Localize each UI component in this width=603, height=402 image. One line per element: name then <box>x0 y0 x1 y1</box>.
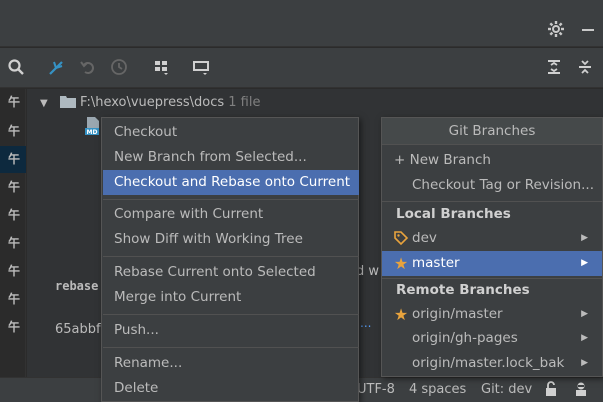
checkout-tag-item[interactable]: Checkout Tag or Revision... <box>382 173 602 198</box>
undo-icon[interactable] <box>77 58 99 78</box>
merge-arrows-icon[interactable] <box>45 58 67 78</box>
submenu-arrow-icon: ▶ <box>581 358 588 368</box>
branch-name: origin/gh-pages <box>412 330 518 346</box>
commit-log-column: 午 午 午 午 午 午 午 午 午 <box>0 89 26 377</box>
branch-name: dev <box>412 230 437 246</box>
expand-arrow-icon[interactable]: ▼ <box>40 98 48 109</box>
git-branches-popup: Git Branches + New Branch Checkout Tag o… <box>381 117 603 377</box>
popup-separator <box>382 278 602 279</box>
git-branches-title: Git Branches <box>382 118 602 145</box>
expand-all-icon[interactable] <box>543 58 565 78</box>
gear-icon[interactable] <box>546 20 566 40</box>
submenu-arrow-icon: ▶ <box>581 233 588 243</box>
tree-root-count: 1 file <box>228 95 261 110</box>
background-text-fragment: d w <box>356 264 380 279</box>
branch-item-master[interactable]: ★ master ▶ <box>382 251 602 276</box>
indent-status[interactable]: 4 spaces <box>409 382 466 397</box>
preview-diff-icon[interactable] <box>190 58 212 78</box>
git-branch-status[interactable]: Git: dev <box>481 382 532 397</box>
encoding-status[interactable]: UTF-8 <box>357 382 395 397</box>
branch-context-menu: Checkout New Branch from Selected... Che… <box>101 117 359 402</box>
commit-hash-text: 65abbf <box>55 322 101 337</box>
menu-checkout-and-rebase[interactable]: Checkout and Rebase onto Current <box>103 170 359 195</box>
menu-separator <box>103 347 359 348</box>
branch-item-origin-gh-pages[interactable]: origin/gh-pages ▶ <box>382 326 602 351</box>
lock-icon[interactable] <box>544 381 558 401</box>
menu-show-diff[interactable]: Show Diff with Working Tree <box>103 227 359 252</box>
collapse-all-icon[interactable] <box>574 58 596 78</box>
log-cell[interactable]: 午 <box>0 230 26 257</box>
history-clock-icon[interactable] <box>108 58 130 78</box>
menu-separator <box>103 256 359 257</box>
remote-branches-header: Remote Branches <box>396 282 530 298</box>
menu-separator <box>103 314 359 315</box>
rebase-text: rebase <box>55 279 99 293</box>
link-fragment[interactable]: ... <box>360 316 371 330</box>
tree-root-node[interactable]: ▼ F:\hexo\vuepress\docs 1 file <box>40 94 260 112</box>
branch-name: origin/master.lock_bak <box>412 355 565 371</box>
menu-merge-into-current[interactable]: Merge into Current <box>103 285 359 310</box>
menu-rebase-current-onto-selected[interactable]: Rebase Current onto Selected <box>103 260 359 285</box>
inspector-icon[interactable] <box>573 381 589 401</box>
submenu-arrow-icon: ▶ <box>581 333 588 343</box>
markdown-file-icon: MD <box>85 117 101 136</box>
svg-text:MD: MD <box>87 129 98 135</box>
log-cell[interactable]: 午 <box>0 118 26 145</box>
local-branches-header: Local Branches <box>396 206 511 222</box>
new-branch-item[interactable]: + New Branch <box>382 148 602 173</box>
vcs-toolbar <box>0 48 603 88</box>
menu-checkout[interactable]: Checkout <box>103 120 359 145</box>
menu-separator <box>103 199 359 200</box>
log-cell[interactable]: 午 <box>0 286 26 313</box>
menu-rename[interactable]: Rename... <box>103 351 359 376</box>
menu-push[interactable]: Push... <box>103 318 359 343</box>
star-icon: ★ <box>393 305 409 324</box>
menu-new-branch-from-selected[interactable]: New Branch from Selected... <box>103 145 359 170</box>
log-cell[interactable]: 午 <box>0 258 26 285</box>
log-cell[interactable]: 午 <box>0 174 26 201</box>
star-icon: ★ <box>393 254 409 273</box>
submenu-arrow-icon: ▶ <box>581 258 588 268</box>
minimize-icon[interactable] <box>578 20 598 40</box>
branch-item-dev[interactable]: dev ▶ <box>382 226 602 251</box>
log-cell-selected[interactable]: 午 <box>0 146 26 173</box>
title-bar <box>0 0 603 47</box>
popup-separator <box>382 201 602 202</box>
branch-name: master <box>412 255 460 271</box>
log-cell[interactable]: 午 <box>0 314 26 341</box>
folder-icon <box>59 94 76 114</box>
submenu-arrow-icon: ▶ <box>581 309 588 319</box>
branch-name: origin/master <box>412 306 503 322</box>
menu-compare-with-current[interactable]: Compare with Current <box>103 202 359 227</box>
group-by-icon[interactable] <box>150 58 172 78</box>
branch-item-origin-master[interactable]: ★ origin/master ▶ <box>382 302 602 327</box>
search-icon[interactable] <box>5 58 27 78</box>
tree-root-path: F:\hexo\vuepress\docs <box>79 95 225 110</box>
menu-delete[interactable]: Delete <box>103 376 359 401</box>
log-cell[interactable]: 午 <box>0 202 26 229</box>
branch-item-origin-master-lock-bak[interactable]: origin/master.lock_bak ▶ <box>382 351 602 376</box>
log-cell[interactable]: 午 <box>0 89 26 116</box>
